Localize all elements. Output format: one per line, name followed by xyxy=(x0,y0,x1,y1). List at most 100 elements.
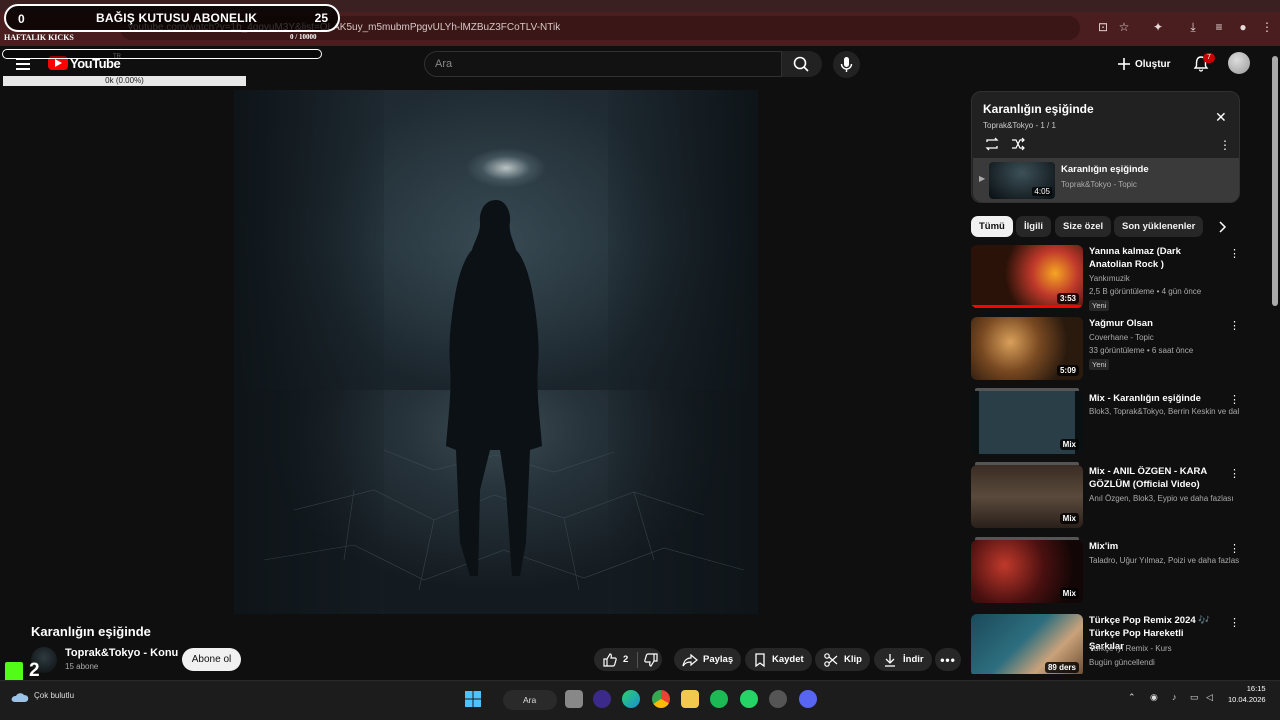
goal-title: BAĞIŞ KUTUSU ABONELIK xyxy=(96,11,258,25)
discord-icon[interactable] xyxy=(799,690,817,708)
playlist-item[interactable]: ▶ 4:05 Karanlığın eşiğinde Toprak&Tokyo … xyxy=(973,158,1239,202)
recommendation-meta: 33 görüntüleme • 6 saat önce xyxy=(1089,346,1194,355)
edge-icon[interactable] xyxy=(622,690,640,708)
weather-text[interactable]: Çok bulutlu xyxy=(34,691,74,700)
file-explorer-icon[interactable] xyxy=(681,690,699,708)
tray-microphone-icon[interactable]: ♪ xyxy=(1172,692,1177,702)
recommendation-meta: 2,5 B görüntüleme • 4 gün önce xyxy=(1089,287,1202,296)
weather-cloud-icon[interactable] xyxy=(10,690,30,704)
voice-search-button[interactable] xyxy=(833,51,860,78)
taskbar: Çok bulutlu Ara ⌃ ◉ ♪ ▭ ◁ 16:15 10.04.20… xyxy=(0,680,1280,720)
chrome-icon[interactable] xyxy=(652,690,670,708)
subscribe-button[interactable]: Abone ol xyxy=(182,648,241,671)
page-scrollbar[interactable] xyxy=(1270,46,1280,680)
menu-icon[interactable] xyxy=(16,58,32,70)
weekly-kicks-label: HAFTALIK KICKS xyxy=(4,33,74,42)
media-controls-icon[interactable]: ≡ xyxy=(1212,20,1226,34)
save-label: Kaydet xyxy=(772,654,804,665)
recommendation-channel: Taladro, Uğur Yılmaz, Poizi ve daha fazl… xyxy=(1089,556,1239,565)
like-icon[interactable] xyxy=(602,652,618,668)
more-vertical-icon[interactable]: ⋮ xyxy=(1229,542,1240,555)
search-button[interactable] xyxy=(782,51,822,77)
recommendation-item[interactable]: 3:53 Yanına kalmaz (Dark Anatolian Rock … xyxy=(971,245,1241,311)
recommendation-item[interactable]: Mix Mix - Karanlığın eşiğinde Blok3, Top… xyxy=(971,388,1241,455)
chip-for-you[interactable]: Size özel xyxy=(1055,216,1112,237)
weekly-kicks-count: 0 / 10000 xyxy=(290,33,317,41)
clip-label: Klip xyxy=(844,654,862,665)
tray-chevron-up-icon[interactable]: ⌃ xyxy=(1128,692,1136,703)
recommendation-item[interactable]: Mix Mix - ANIL ÖZGEN - KARA GÖZLÜM (Offi… xyxy=(971,462,1241,529)
goal-target-count: 25 xyxy=(314,11,328,25)
task-view-icon[interactable] xyxy=(565,690,583,708)
copilot-icon[interactable] xyxy=(593,690,611,708)
taskbar-search[interactable]: Ara xyxy=(503,690,557,710)
like-dislike-group: 2 xyxy=(594,648,662,671)
recommendation-thumbnail: Mix xyxy=(971,540,1083,603)
notification-badge: 7 xyxy=(1203,53,1215,63)
close-icon[interactable]: ✕ xyxy=(1215,109,1227,126)
windows-start-icon[interactable] xyxy=(464,690,482,708)
shuffle-icon[interactable] xyxy=(1010,136,1026,152)
recommendation-duration: Mix xyxy=(1059,588,1079,599)
save-button[interactable]: Kaydet xyxy=(745,648,812,671)
install-app-icon[interactable]: ⊡ xyxy=(1096,20,1110,34)
chip-all[interactable]: Tümü xyxy=(971,216,1013,237)
more-actions-button[interactable]: ••• xyxy=(935,648,961,671)
recommendation-channel: Yankımuzik xyxy=(1089,274,1130,283)
bookmark-star-icon[interactable]: ☆ xyxy=(1117,20,1131,34)
share-button[interactable]: Paylaş xyxy=(674,648,742,671)
tray-discord-icon[interactable]: ◉ xyxy=(1150,692,1158,703)
recommendation-thumbnail: 5:09 xyxy=(971,317,1083,380)
profile-icon[interactable]: ● xyxy=(1236,20,1250,34)
whatsapp-icon[interactable] xyxy=(740,690,758,708)
clock-time: 16:15 xyxy=(1246,684,1266,693)
playlist-menu-icon[interactable]: ⋮ xyxy=(1219,138,1231,152)
plus-icon xyxy=(1118,58,1130,70)
playlist-item-duration: 4:05 xyxy=(1032,187,1052,196)
taskbar-clock[interactable]: 16:15 10.04.2026 xyxy=(1228,683,1266,705)
search-input[interactable]: Ara xyxy=(424,51,782,77)
tray-display-icon[interactable]: ▭ xyxy=(1190,692,1199,703)
create-button[interactable]: Oluştur xyxy=(1116,53,1171,75)
repeat-icon[interactable] xyxy=(984,136,1000,152)
recommendation-channel: Anıl Özgen, Blok3, Eypio ve daha fazlası xyxy=(1089,494,1234,503)
more-vertical-icon[interactable]: ⋮ xyxy=(1229,247,1240,260)
tray-volume-icon[interactable]: ◁ xyxy=(1206,692,1213,703)
playlist-meta: Toprak&Tokyo - 1 / 1 xyxy=(983,121,1056,130)
download-icon xyxy=(885,653,895,667)
video-player[interactable] xyxy=(234,90,758,614)
scissors-icon xyxy=(824,652,838,667)
recommendation-thumbnail: 3:53 xyxy=(971,245,1083,308)
extensions-icon[interactable]: ✦ xyxy=(1151,20,1165,34)
recommendation-item[interactable]: Mix Mix'im Taladro, Uğur Yılmaz, Poizi v… xyxy=(971,537,1241,604)
channel-name[interactable]: Toprak&Tokyo - Konu xyxy=(65,647,178,659)
more-vertical-icon[interactable]: ⋮ xyxy=(1229,467,1240,480)
now-playing-icon: ▶ xyxy=(979,174,986,183)
browser-menu-icon[interactable]: ⋮ xyxy=(1260,20,1274,34)
spotify-icon[interactable] xyxy=(710,690,728,708)
chip-related[interactable]: İlgili xyxy=(1016,216,1051,237)
recommendation-item[interactable]: 89 ders Türkçe Pop Remix 2024 🎶 Türkçe P… xyxy=(971,614,1241,674)
scrollbar-thumb[interactable] xyxy=(1272,56,1278,306)
clock-date: 10.04.2026 xyxy=(1228,695,1266,704)
more-vertical-icon[interactable]: ⋮ xyxy=(1229,393,1240,406)
recommendation-item[interactable]: 5:09 Yağmur Olsan Coverhane - Topic 33 g… xyxy=(971,317,1241,381)
chip-recently-uploaded[interactable]: Son yüklenenler xyxy=(1114,216,1204,237)
chevron-right-icon[interactable] xyxy=(1217,221,1227,233)
clip-button[interactable]: Klip xyxy=(815,648,870,671)
video-title: Karanlığın eşiğinde xyxy=(31,624,151,639)
more-vertical-icon[interactable]: ⋮ xyxy=(1229,319,1240,332)
account-avatar[interactable] xyxy=(1228,52,1250,74)
download-button[interactable]: İndir xyxy=(874,648,932,671)
recommendation-thumbnail: Mix xyxy=(971,465,1083,528)
bookmark-icon xyxy=(755,652,765,667)
recommendation-channel: Blok3, Toprak&Tokyo, Berrin Keskin ve da… xyxy=(1089,407,1239,416)
downloads-icon[interactable]: ⤓ xyxy=(1186,20,1200,34)
more-vertical-icon[interactable]: ⋮ xyxy=(1229,616,1240,629)
playlist-title[interactable]: Karanlığın eşiğinde xyxy=(983,102,1094,116)
dislike-icon[interactable] xyxy=(643,652,659,668)
app-icon[interactable] xyxy=(769,690,787,708)
recommendation-thumbnail: 89 ders xyxy=(971,614,1083,674)
playlist-item-title: Karanlığın eşiğinde xyxy=(1061,164,1149,175)
recommendation-thumbnail: Mix xyxy=(971,391,1083,454)
